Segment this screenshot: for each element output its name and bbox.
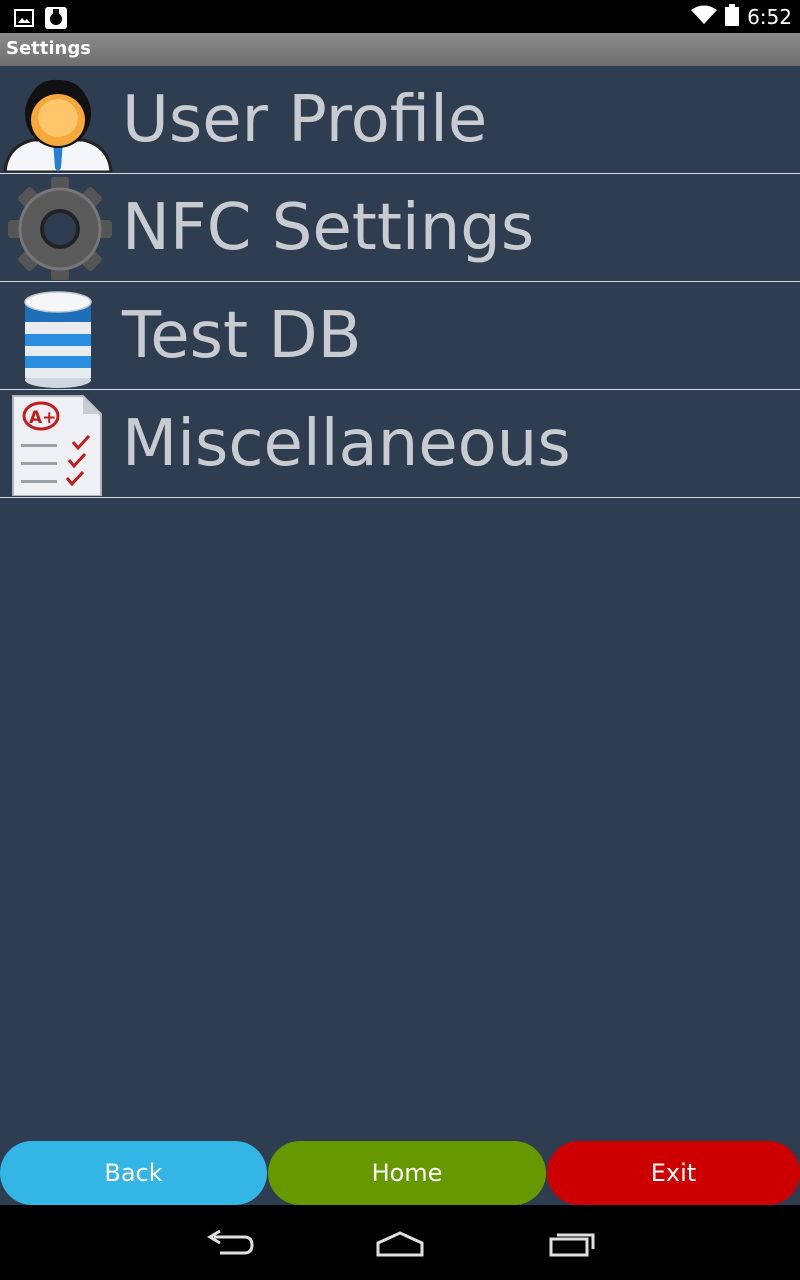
nav-back-icon[interactable]: [200, 1223, 260, 1263]
page-title: Settings: [6, 38, 91, 59]
svg-text:A+: A+: [29, 408, 56, 428]
menu-item-user-profile[interactable]: User Profile: [0, 66, 800, 174]
nav-home-icon[interactable]: [370, 1223, 430, 1263]
title-bar: Settings: [0, 33, 800, 66]
app-notification-icon: [44, 6, 68, 34]
menu-item-label: Miscellaneous: [122, 406, 571, 481]
back-button[interactable]: Back: [0, 1141, 267, 1205]
button-bar: Back Home Exit: [0, 1141, 800, 1205]
menu-item-label: Test DB: [122, 298, 362, 373]
battery-icon: [725, 3, 740, 30]
menu-item-nfc-settings[interactable]: NFC Settings: [0, 174, 800, 282]
home-button[interactable]: Home: [268, 1141, 546, 1205]
status-time: 6:52: [747, 4, 792, 29]
navigation-bar: [0, 1205, 800, 1280]
wifi-icon: [691, 5, 718, 29]
database-icon: [3, 284, 113, 388]
menu-item-test-db[interactable]: Test DB: [0, 282, 800, 390]
gear-icon: [3, 176, 113, 281]
checklist-document-icon: A+: [3, 392, 113, 497]
menu-item-miscellaneous[interactable]: A+ Miscellaneous: [0, 390, 800, 498]
status-bar: 6:52: [0, 0, 800, 33]
settings-list: User Profile NFC Settings Test DB A+ Mis…: [0, 66, 800, 498]
menu-item-label: NFC Settings: [122, 190, 535, 265]
user-profile-icon: [3, 68, 113, 174]
menu-item-label: User Profile: [122, 82, 488, 157]
nav-recent-apps-icon[interactable]: [541, 1223, 601, 1263]
exit-button[interactable]: Exit: [547, 1141, 800, 1205]
gallery-notification-icon: [14, 8, 34, 32]
